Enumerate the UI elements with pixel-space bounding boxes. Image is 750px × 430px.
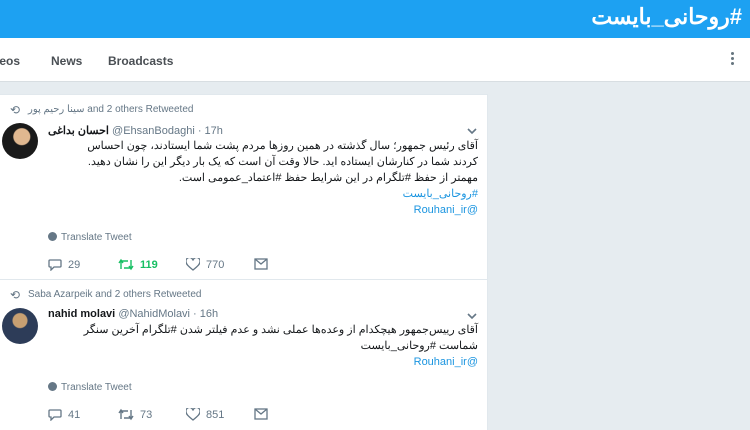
heart-icon [186,258,200,271]
chevron-down-icon[interactable] [466,125,478,137]
hashtag-link[interactable]: #روحانی_بایست [48,186,478,202]
tweet[interactable]: ⟲ Saba Azarpeik and 2 others Retweeted n… [0,279,488,430]
reply-button[interactable]: 41 [48,408,80,421]
like-button[interactable]: 851 [186,408,224,421]
avatar[interactable] [2,308,38,344]
more-options-icon[interactable] [730,52,736,68]
globe-icon [48,232,57,241]
retweet-button[interactable]: 119 [118,258,158,271]
retweet-button[interactable]: 73 [118,408,152,421]
reply-count: 41 [68,408,81,421]
retweet-icon [118,408,134,421]
tweet-line: کردند شما در کنارشان ایستاده اید. حالا و… [87,156,478,168]
mention-link[interactable]: @Rouhani_ir [48,354,478,370]
tweet-line: مهمتر از حفظ #تلگرام در این شرایط حفظ #ا… [178,172,478,184]
retweet-small-icon: ⟲ [10,103,21,117]
retweet-count: 119 [140,258,158,271]
globe-icon [48,382,57,391]
reply-button[interactable]: 29 [48,258,80,271]
reply-icon [48,409,62,421]
retweet-context: ⟲ Saba Azarpeik and 2 others Retweeted [10,288,202,302]
direct-message-button[interactable] [254,258,268,270]
reply-icon [48,259,62,271]
tweet-line: آقای رییس‌جمهور هیچکدام از وعده‌ها عملی … [83,324,478,336]
banner-hashtag: #روحانی_بایست [591,4,742,29]
tweet-header: nahid molavi @NahidMolavi · 16h [48,308,218,320]
envelope-icon [254,258,268,270]
timeline: ⟲ سینا رحیم پور and 2 others Retweeted ا… [0,94,488,430]
tweet-header: احسان بداغی @EhsanBodaghi · 17h [48,124,223,137]
tweet-actions: 29 119 770 [48,258,288,274]
retweet-count: 73 [140,408,153,421]
envelope-icon [254,408,268,420]
author-handle-time[interactable]: @NahidMolavi · 16h [118,308,218,320]
author-name[interactable]: احسان بداغی [48,125,109,137]
retweet-icon [118,258,134,271]
tweet[interactable]: ⟲ سینا رحیم پور and 2 others Retweeted ا… [0,95,488,279]
tweet-line: آقای رئیس جمهور؛ سال گذشته در همین روزها… [87,140,478,152]
translate-tweet-link[interactable]: Translate Tweet [48,382,132,393]
retweet-small-icon: ⟲ [10,288,21,302]
like-count: 770 [206,258,225,271]
like-count: 851 [206,408,225,421]
tweet-text: آقای رئیس جمهور؛ سال گذشته در همین روزها… [48,138,478,218]
tab-news[interactable]: News [51,54,82,68]
like-button[interactable]: 770 [186,258,224,271]
direct-message-button[interactable] [254,408,268,420]
retweet-context: ⟲ سینا رحیم پور and 2 others Retweeted [10,103,194,117]
avatar[interactable] [2,123,38,159]
translate-tweet-link[interactable]: Translate Tweet [48,232,132,243]
author-name[interactable]: nahid molavi [48,308,115,320]
chevron-down-icon[interactable] [466,310,478,322]
reply-count: 29 [68,258,81,271]
profile-nav: deos News Broadcasts [0,38,750,82]
tab-videos[interactable]: deos [0,54,20,68]
tweet-line: شماست #روحانی_بایست [360,340,478,352]
tab-broadcasts[interactable]: Broadcasts [108,54,173,68]
tweet-actions: 41 73 851 [48,408,288,424]
mention-link[interactable]: @Rouhani_ir [48,202,478,218]
tweet-text: آقای رییس‌جمهور هیچکدام از وعده‌ها عملی … [48,322,478,370]
author-handle-time[interactable]: @EhsanBodaghi · 17h [112,125,223,137]
heart-icon [186,408,200,421]
hashtag-banner: #روحانی_بایست [0,0,750,38]
